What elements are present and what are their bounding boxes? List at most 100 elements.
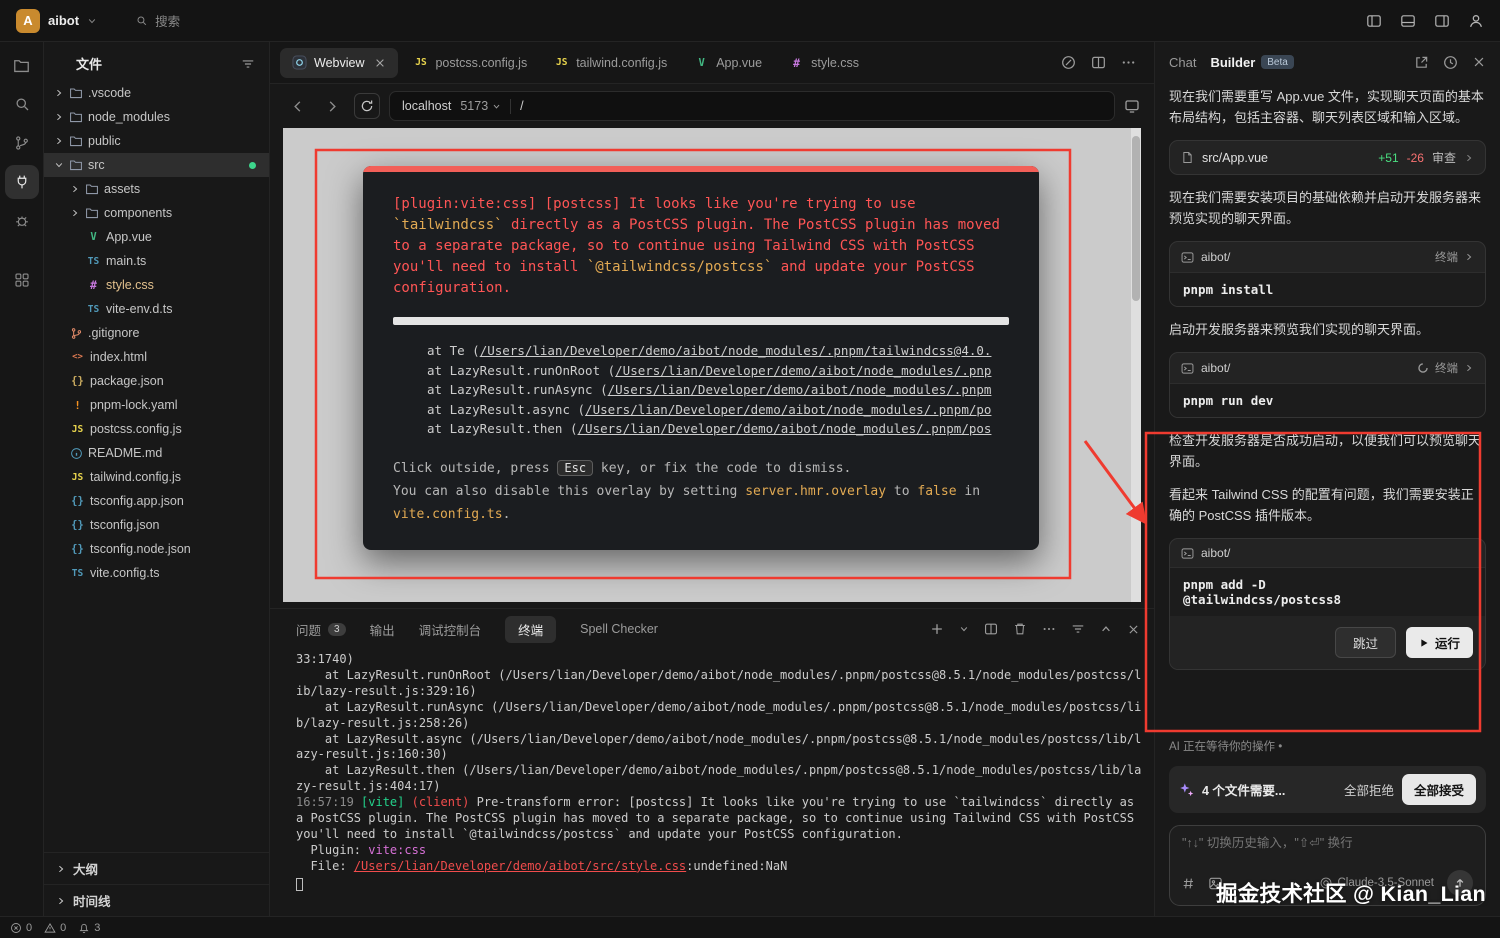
terminal-badge[interactable]: 终端 (1417, 360, 1474, 376)
kill-terminal-icon[interactable] (1013, 622, 1027, 636)
tab-postcss-config-js[interactable]: JSpostcss.config.js (401, 48, 539, 78)
tab-webview[interactable]: Webview (280, 48, 398, 78)
tree-item-public[interactable]: public (44, 129, 269, 153)
project-name[interactable]: aibot (48, 13, 79, 28)
chat-input-box[interactable]: Claude-3.5-Sonnet (1169, 825, 1486, 906)
layout-sidebar-left-icon[interactable] (1366, 13, 1382, 29)
panel-tab-调试控制台[interactable]: 调试控制台 (419, 616, 482, 643)
stack-link[interactable]: /Users/lian/Developer/demo/aibot/node_mo… (608, 382, 992, 397)
port-selector[interactable]: 5173 (460, 99, 501, 113)
layout-panel-icon[interactable] (1400, 13, 1416, 29)
split-editor-icon[interactable] (1091, 55, 1106, 70)
close-chat-icon[interactable] (1472, 55, 1486, 69)
tree-item-tailwind-config-js[interactable]: JStailwind.config.js (44, 465, 269, 489)
new-terminal-icon[interactable] (930, 622, 944, 636)
tree-item-pnpm-lock-yaml[interactable]: !pnpm-lock.yaml (44, 393, 269, 417)
panel-tab-终端[interactable]: 终端 (505, 616, 556, 643)
activity-extensions[interactable] (5, 263, 39, 297)
tree-item-index-html[interactable]: <>index.html (44, 345, 269, 369)
stack-link[interactable]: /Users/lian/Developer/demo/aibot/node_mo… (615, 363, 991, 378)
activity-search[interactable] (5, 87, 39, 121)
tree-item-components[interactable]: components (44, 201, 269, 225)
back-icon[interactable] (284, 93, 310, 119)
terminal-badge[interactable]: 终端 (1435, 249, 1474, 265)
tree-item-app-vue[interactable]: VApp.vue (44, 225, 269, 249)
stack-link[interactable]: /Users/lian/Developer/demo/aibot/node_mo… (585, 402, 991, 417)
tree-item-vscode[interactable]: .vscode (44, 81, 269, 105)
tree-item-src[interactable]: src (44, 153, 269, 177)
panel-tab-spell-checker[interactable]: Spell Checker (580, 618, 658, 640)
activity-debug[interactable] (5, 204, 39, 238)
tree-item-tsconfig-app-json[interactable]: {}tsconfig.app.json (44, 489, 269, 513)
panel-tab-输出[interactable]: 输出 (370, 616, 395, 643)
activity-explorer[interactable] (5, 48, 39, 82)
activity-source-control[interactable] (5, 126, 39, 160)
webview-scrollbar[interactable] (1131, 128, 1141, 602)
tree-item-gitignore[interactable]: .gitignore (44, 321, 269, 345)
tab-style-css[interactable]: #style.css (777, 48, 871, 78)
chat-messages: 现在我们需要重写 App.vue 文件，实现聊天页面的基本布局结构，包括主容器、… (1169, 86, 1486, 670)
tree-item-package-json[interactable]: {}package.json (44, 369, 269, 393)
scrollbar-thumb[interactable] (1132, 136, 1140, 301)
panel-more-icon[interactable] (1042, 622, 1056, 636)
file-change-card[interactable]: src/App.vue+51-26审查 (1169, 140, 1486, 175)
attach-image-icon[interactable] (1208, 876, 1223, 891)
notifications-indicator[interactable]: 3 (78, 922, 100, 934)
tree-item-node-modules[interactable]: node_modules (44, 105, 269, 129)
filter-icon[interactable] (241, 57, 255, 71)
tree-item-vite-env-d-ts[interactable]: TSvite-env.d.ts (44, 297, 269, 321)
close-tab-icon[interactable] (374, 57, 386, 69)
accept-all-button[interactable]: 全部接受 (1402, 774, 1476, 805)
reject-all-button[interactable]: 全部拒绝 (1344, 780, 1394, 799)
terminal-card[interactable]: aibot/终端pnpm run dev (1169, 352, 1486, 418)
review-link[interactable]: 审查 (1432, 149, 1456, 166)
chevron-down-icon[interactable] (87, 16, 97, 26)
activity-plugins[interactable] (5, 165, 39, 199)
layout-sidebar-right-icon[interactable] (1434, 13, 1450, 29)
close-panel-icon[interactable] (1127, 623, 1140, 636)
tree-item-assets[interactable]: assets (44, 177, 269, 201)
share-icon[interactable] (1414, 55, 1429, 70)
forward-icon[interactable] (319, 93, 345, 119)
device-preview-icon[interactable] (1124, 98, 1140, 114)
history-icon[interactable] (1443, 55, 1458, 70)
panel-filter-icon[interactable] (1071, 622, 1085, 636)
split-terminal-icon[interactable] (984, 622, 998, 636)
tree-item-main-ts[interactable]: TSmain.ts (44, 249, 269, 273)
stack-link[interactable]: /Users/lian/Developer/demo/aibot/node_mo… (480, 343, 992, 358)
chat-input[interactable] (1182, 836, 1473, 850)
terminal-profile-chevron-icon[interactable] (959, 624, 969, 634)
send-button[interactable] (1447, 870, 1473, 896)
maximize-panel-icon[interactable] (1100, 623, 1112, 635)
tree-item-postcss-config-js[interactable]: JSpostcss.config.js (44, 417, 269, 441)
errors-indicator[interactable]: 0 (10, 922, 32, 934)
model-selector[interactable]: Claude-3.5-Sonnet (1320, 877, 1434, 889)
tab-app-vue[interactable]: VApp.vue (682, 48, 774, 78)
vite-error-overlay[interactable]: [plugin:vite:css] [postcss] It looks lik… (363, 166, 1039, 550)
run-button[interactable]: 运行 (1406, 627, 1473, 658)
skip-button[interactable]: 跳过 (1335, 627, 1396, 658)
outline-section[interactable]: 大纲 (44, 852, 269, 884)
context-hash-icon[interactable] (1182, 877, 1195, 890)
tab-chat[interactable]: Chat (1169, 55, 1196, 70)
panel-tab-问题[interactable]: 问题3 (296, 616, 346, 643)
refresh-icon[interactable] (354, 93, 380, 119)
tree-item-readme-md[interactable]: README.md (44, 441, 269, 465)
tree-item-tsconfig-json[interactable]: {}tsconfig.json (44, 513, 269, 537)
warnings-indicator[interactable]: 0 (44, 922, 66, 934)
open-changes-icon[interactable] (1061, 55, 1076, 70)
tree-item-vite-config-ts[interactable]: TSvite.config.ts (44, 561, 269, 585)
more-actions-icon[interactable] (1121, 55, 1136, 70)
global-search[interactable]: 搜索 (135, 11, 180, 30)
tree-item-tsconfig-node-json[interactable]: {}tsconfig.node.json (44, 537, 269, 561)
tab-builder[interactable]: BuilderBeta (1210, 55, 1293, 70)
address-bar[interactable]: localhost 5173 / (389, 91, 1115, 121)
pending-command-card[interactable]: aibot/pnpm add -D @tailwindcss/postcss8跳… (1169, 538, 1486, 670)
terminal-card[interactable]: aibot/终端pnpm install (1169, 241, 1486, 307)
timeline-section[interactable]: 时间线 (44, 884, 269, 916)
tree-item-style-css[interactable]: #style.css (44, 273, 269, 297)
stack-link[interactable]: /Users/lian/Developer/demo/aibot/node_mo… (578, 421, 992, 436)
tab-tailwind-config-js[interactable]: JStailwind.config.js (542, 48, 679, 78)
terminal-output[interactable]: 33:1740) at LazyResult.runOnRoot (/Users… (270, 649, 1154, 916)
account-icon[interactable] (1468, 13, 1484, 29)
